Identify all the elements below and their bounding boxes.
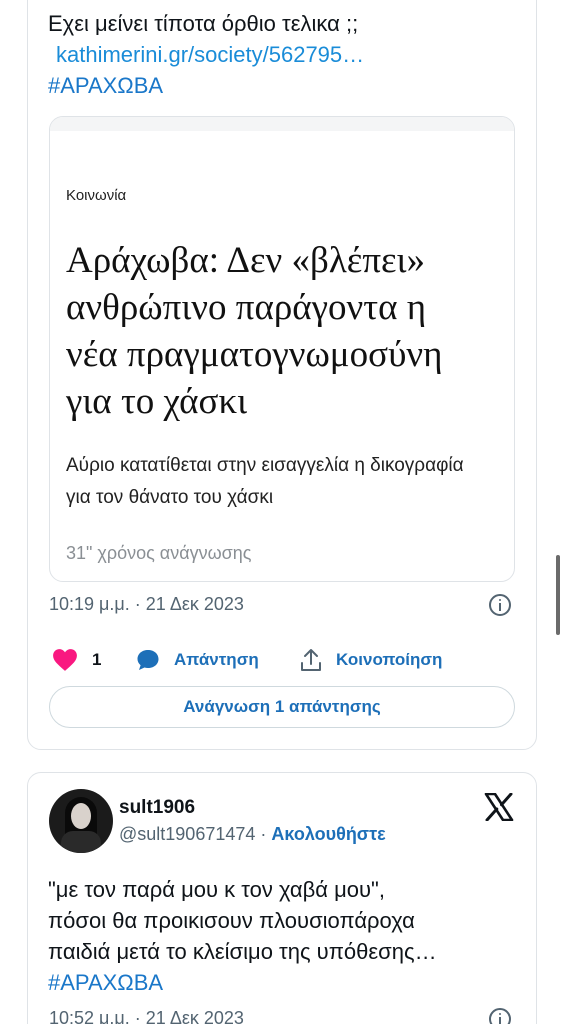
link-preview-card[interactable]: Κοινωνία Αράχωβα: Δεν «βλέπει» ανθρώπινο…	[49, 116, 515, 582]
tweet-hashtag[interactable]: #ΑΡΑΧΩΒΑ	[48, 967, 437, 998]
like-count: 1	[92, 650, 102, 669]
tweet-text: Εχει μείνει τίποτα όρθιο τελικα ;; kathi…	[48, 8, 364, 101]
headline-line: Αράχωβα: Δεν «βλέπει»	[66, 240, 426, 281]
tweet-hashtag[interactable]: #ΑΡΑΧΩΒΑ	[48, 70, 364, 101]
avatar[interactable]	[49, 789, 113, 853]
tweet-text: "με τον παρά μου κ τον χαβά μου", πόσοι …	[48, 874, 437, 998]
heart-icon	[53, 649, 77, 671]
user-handle-row: @sult190671474 · Ακολουθήστε	[119, 824, 386, 845]
tweet-link[interactable]: kathimerini.gr/society/562795…	[48, 39, 364, 70]
tweet-text-line: παιδιά μετά το κλείσιμο της υπόθεσης…	[48, 939, 437, 964]
handle-separator: ·	[255, 824, 272, 844]
reply-button[interactable]: Απάντηση	[136, 648, 259, 672]
follow-button[interactable]: Ακολουθήστε	[271, 824, 385, 844]
tweet-actions: 1 Απάντηση Κοινοποίηση	[52, 648, 512, 674]
share-icon	[301, 649, 321, 671]
preview-summary: Αύριο κατατίθεται στην εισαγγελία η δικο…	[66, 450, 506, 514]
scrollbar[interactable]	[556, 555, 560, 635]
preview-section: Κοινωνία	[66, 187, 127, 204]
tweet-timestamp[interactable]: 10:52 μ.μ. · 21 Δεκ 2023	[49, 1008, 244, 1024]
preview-top-band	[50, 117, 514, 131]
summary-line: για τον θάνατο του χάσκι	[66, 487, 274, 508]
preview-headline: Αράχωβα: Δεν «βλέπει» ανθρώπινο παράγοντ…	[66, 237, 506, 425]
reply-bubble-icon	[137, 650, 159, 670]
username[interactable]: sult1906	[119, 797, 195, 819]
info-icon[interactable]	[489, 594, 511, 616]
x-logo-icon[interactable]	[484, 793, 514, 821]
tweet-timestamp[interactable]: 10:19 μ.μ. · 21 Δεκ 2023	[49, 594, 244, 615]
headline-line: για το χάσκι	[66, 381, 248, 422]
headline-line: νέα πραγματογνωμοσύνη	[66, 334, 443, 375]
user-handle[interactable]: @sult190671474	[119, 824, 255, 844]
summary-line: Αύριο κατατίθεται στην εισαγγελία η δικο…	[66, 455, 464, 476]
tweet-text-line: Εχει μείνει τίποτα όρθιο τελικα ;;	[48, 11, 359, 36]
share-button[interactable]: Κοινοποίηση	[300, 648, 442, 672]
headline-line: ανθρώπινο παράγοντα η	[66, 287, 427, 328]
tweet-text-line: πόσοι θα προικισουν πλουσιοπάροχα	[48, 908, 415, 933]
share-label: Κοινοποίηση	[336, 650, 443, 669]
read-replies-button[interactable]: Ανάγνωση 1 απάντησης	[49, 686, 515, 728]
tweet-text-line: "με τον παρά μου κ τον χαβά μου",	[48, 877, 385, 902]
info-icon[interactable]	[489, 1008, 511, 1024]
preview-read-time: 31" χρόνος ανάγνωσης	[66, 543, 252, 563]
reply-label: Απάντηση	[174, 650, 259, 669]
like-button[interactable]: 1	[52, 648, 101, 672]
